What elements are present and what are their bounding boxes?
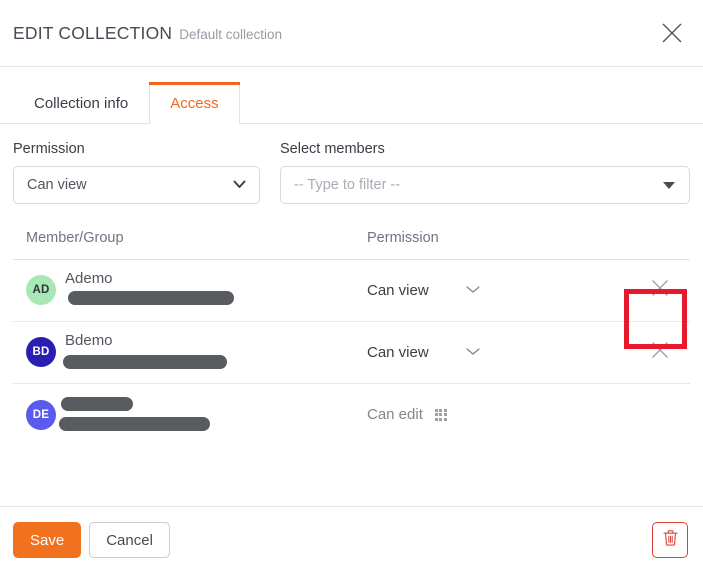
permission-cell[interactable]: Can view xyxy=(367,343,690,361)
permission-select[interactable]: Can view xyxy=(13,165,260,204)
members-select-placeholder: -- Type to filter -- xyxy=(294,176,401,193)
save-button-label: Save xyxy=(30,531,65,549)
modal-subtitle: Default collection xyxy=(179,26,283,42)
cancel-button-label: Cancel xyxy=(106,531,153,549)
grid-icon xyxy=(434,408,447,421)
table-header-row: Member/Group Permission xyxy=(13,230,690,260)
remove-member-button[interactable] xyxy=(645,337,675,367)
members-field: Select members -- Type to filter -- xyxy=(280,140,690,204)
member-info: Ademo xyxy=(65,270,367,310)
avatar-initials: AD xyxy=(32,284,50,297)
add-member-controls: Permission Can view Select members -- Ty… xyxy=(13,140,690,204)
modal-title: EDIT COLLECTION xyxy=(13,22,173,43)
avatar: BD xyxy=(26,337,56,368)
permission-cell[interactable]: Can view xyxy=(367,281,690,299)
table-row: BD Bdemo Can view xyxy=(13,322,690,384)
column-header-member: Member/Group xyxy=(26,229,124,246)
chevron-down-icon xyxy=(233,176,246,194)
member-cell: DE xyxy=(13,395,367,435)
redacted-email xyxy=(59,416,210,431)
redacted-name xyxy=(61,396,133,411)
tab-access-label: Access xyxy=(170,95,219,112)
table-row: AD Ademo Can view xyxy=(13,260,690,322)
row-permission-value: Can view xyxy=(367,343,429,361)
modal-body: Permission Can view Select members -- Ty… xyxy=(0,124,703,446)
edit-collection-modal: EDIT COLLECTION Default collection Colle… xyxy=(0,0,703,573)
member-info xyxy=(59,395,367,435)
members-field-label: Select members xyxy=(280,141,385,157)
caret-down-icon xyxy=(663,181,675,189)
chevron-down-icon[interactable] xyxy=(465,343,481,361)
close-icon xyxy=(661,22,683,44)
members-table: Member/Group Permission AD Ademo Can vie… xyxy=(13,230,690,446)
avatar: AD xyxy=(26,275,56,306)
avatar-initials: DE xyxy=(32,408,50,421)
member-name: Ademo xyxy=(65,270,113,288)
modal-footer: Save Cancel xyxy=(0,507,703,573)
tab-collection-info-label: Collection info xyxy=(34,95,129,112)
modal-header: EDIT COLLECTION Default collection xyxy=(0,0,703,66)
remove-member-button[interactable] xyxy=(645,275,675,305)
close-icon xyxy=(650,278,670,303)
tab-access[interactable]: Access xyxy=(149,82,240,124)
table-row: DE Can edit xyxy=(13,384,690,446)
column-header-permission: Permission xyxy=(367,229,439,246)
trash-icon xyxy=(662,529,679,552)
permission-cell: Can edit xyxy=(367,406,690,423)
close-icon xyxy=(650,340,670,365)
permission-field: Permission Can view xyxy=(13,140,260,204)
avatar-initials: BD xyxy=(32,346,50,359)
close-button[interactable] xyxy=(658,19,686,47)
row-permission-value: Can edit xyxy=(367,406,423,424)
page-title: EDIT COLLECTION Default collection xyxy=(13,23,282,44)
member-info: Bdemo xyxy=(63,332,367,372)
cancel-button[interactable]: Cancel xyxy=(89,522,170,558)
member-cell: BD Bdemo xyxy=(13,332,367,372)
permission-select-value: Can view xyxy=(27,176,87,193)
row-permission-value: Can view xyxy=(367,281,429,299)
redacted-email xyxy=(63,355,227,370)
tab-bar: Collection info Access xyxy=(0,67,703,124)
members-select[interactable]: -- Type to filter -- xyxy=(280,165,690,204)
member-name: Bdemo xyxy=(65,332,113,350)
save-button[interactable]: Save xyxy=(13,522,82,558)
avatar: DE xyxy=(26,399,56,430)
chevron-down-icon[interactable] xyxy=(465,281,481,299)
permission-field-label: Permission xyxy=(13,141,85,157)
tab-collection-info[interactable]: Collection info xyxy=(13,81,149,124)
delete-collection-button[interactable] xyxy=(652,522,688,558)
redacted-email xyxy=(68,291,234,306)
member-cell: AD Ademo xyxy=(13,270,367,310)
